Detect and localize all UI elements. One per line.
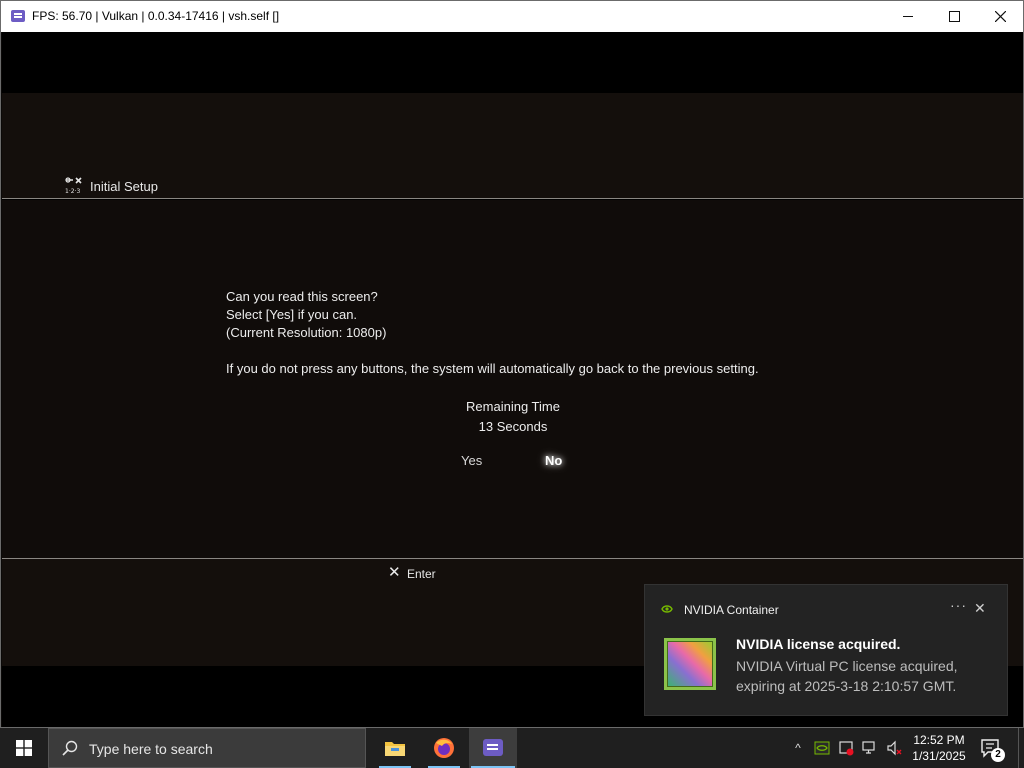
- header-divider: [2, 198, 1023, 199]
- nvidia-tray-icon[interactable]: [814, 740, 830, 756]
- gpu-chip-icon: [664, 638, 716, 690]
- prompt-line: (Current Resolution: 1080p): [226, 325, 387, 340]
- security-warning-icon[interactable]: [838, 740, 854, 756]
- taskbar-file-explorer[interactable]: [371, 728, 419, 768]
- search-placeholder: Type here to search: [89, 741, 213, 757]
- close-icon: [994, 11, 1006, 22]
- maximize-button[interactable]: [931, 1, 977, 32]
- svg-text:1·2·3: 1·2·3: [65, 188, 80, 194]
- minimize-button[interactable]: [885, 1, 931, 32]
- rpcs3-app-icon: [11, 10, 25, 22]
- notification-title: NVIDIA license acquired.: [736, 636, 901, 652]
- window-title: FPS: 56.70 | Vulkan | 0.0.34-17416 | vsh…: [32, 9, 280, 23]
- taskbar-firefox[interactable]: [420, 728, 468, 768]
- file-explorer-icon: [385, 742, 405, 756]
- close-button[interactable]: [977, 1, 1023, 32]
- show-desktop-button[interactable]: [1018, 728, 1024, 768]
- more-options-icon[interactable]: ···: [950, 597, 967, 613]
- clock-time: 12:52 PM: [913, 733, 965, 747]
- gpu-chip-die: [667, 641, 713, 687]
- prompt-line: Can you read this screen?: [226, 289, 378, 304]
- yes-option[interactable]: Yes: [461, 453, 482, 468]
- windows-logo-icon: [16, 740, 32, 756]
- enter-hint: Enter: [407, 567, 436, 581]
- prompt-message: Can you read this screen? Select [Yes] i…: [226, 288, 759, 378]
- no-option[interactable]: No: [545, 453, 562, 468]
- dismiss-notification-button[interactable]: ✕: [974, 600, 986, 617]
- taskbar-rpcs3[interactable]: [469, 728, 517, 768]
- notification-toast[interactable]: NVIDIA Container ··· ✕ NVIDIA license ac…: [645, 585, 1007, 715]
- remaining-time-label: Remaining Time: [466, 399, 560, 414]
- show-hidden-icons-chevron[interactable]: ^: [790, 740, 806, 756]
- revert-warning: If you do not press any buttons, the sys…: [226, 361, 759, 376]
- title-bar[interactable]: FPS: 56.70 | Vulkan | 0.0.34-17416 | vsh…: [1, 1, 1023, 32]
- search-box[interactable]: Type here to search: [48, 728, 366, 768]
- nvidia-icon: [661, 605, 673, 613]
- clock-date: 1/31/2025: [912, 749, 966, 763]
- cross-button-icon: ✕: [388, 564, 401, 581]
- notification-count-badge: 2: [991, 748, 1005, 762]
- rpcs3-icon: [483, 739, 503, 756]
- search-icon: [62, 740, 78, 756]
- countdown: Remaining Time 13 Seconds: [413, 397, 613, 437]
- content-band: [2, 200, 1023, 558]
- rpcs3-icon-mark: [487, 744, 498, 746]
- system-clock[interactable]: 12:52 PM 1/31/2025: [904, 732, 974, 764]
- maximize-icon: [948, 11, 960, 22]
- page-title: Initial Setup: [90, 179, 158, 194]
- initial-setup-icon: 1·2·3: [65, 177, 82, 194]
- minimize-icon: [903, 16, 913, 17]
- taskbar: Type here to search ^ 12:52 PM 1/31/2025…: [0, 728, 1024, 768]
- start-button[interactable]: [0, 728, 48, 768]
- notification-body: NVIDIA Virtual PC license acquired, expi…: [736, 658, 958, 694]
- notification-app-name: NVIDIA Container: [684, 603, 779, 617]
- prompt-line: Select [Yes] if you can.: [226, 307, 358, 322]
- firefox-icon: [434, 738, 454, 758]
- footer-divider: [2, 558, 1023, 559]
- remaining-time-value: 13 Seconds: [478, 419, 548, 434]
- network-icon[interactable]: [862, 740, 878, 756]
- volume-muted-icon[interactable]: [886, 740, 902, 756]
